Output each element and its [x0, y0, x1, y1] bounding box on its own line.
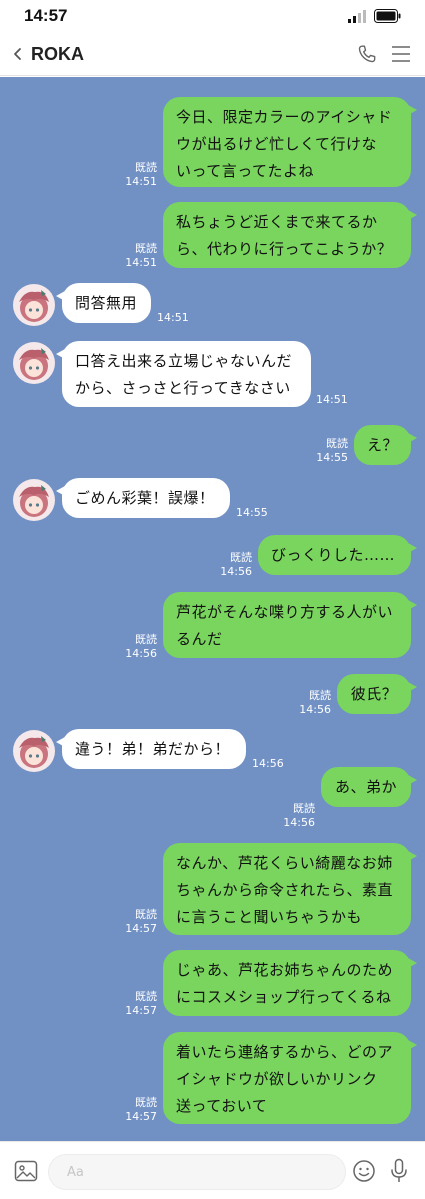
avatar-image — [13, 479, 55, 521]
read-receipt: 既読 — [135, 161, 157, 174]
message-time: 14:55 — [236, 506, 268, 519]
avatar-image — [13, 284, 55, 326]
emoji-icon[interactable] — [352, 1159, 376, 1183]
message-bubble-outgoing[interactable]: え？ — [354, 425, 417, 465]
message-time: 14:57 — [125, 1004, 157, 1017]
read-receipt: 既読 — [326, 437, 348, 450]
message-meta: 既読 14:55 — [303, 437, 348, 465]
message-time: 14:57 — [125, 922, 157, 935]
message-bubble-outgoing[interactable]: 今日、限定カラーのアイシャド ウが出るけど忙しくて行けな いって言ってたよね — [163, 97, 417, 187]
avatar-image — [13, 342, 55, 384]
message-bubble-incoming[interactable]: ごめん彩葉！誤爆！ — [56, 478, 230, 518]
message-meta: 既読 14:57 — [112, 1096, 157, 1124]
status-time: 14:57 — [24, 6, 68, 25]
chat-header: ROKA — [0, 34, 425, 76]
battery-icon — [374, 9, 401, 23]
message-bubble-outgoing[interactable]: 着いたら連絡するから、どのア イシャドウが欲しいかリンク 送っておいて — [163, 1032, 417, 1124]
message-bubble-outgoing[interactable]: 私ちょうど近くまで来てるか ら、代わりに行ってこようか？ — [163, 202, 417, 268]
chat-title: ROKA — [31, 44, 84, 64]
message-meta: 既読 14:51 — [112, 242, 157, 270]
message-bubble-outgoing[interactable]: じゃあ、芦花お姉ちゃんのため にコスメショップ行ってくるね — [163, 950, 417, 1016]
message-time: 14:51 — [125, 256, 157, 269]
message-meta: 既読 14:56 — [207, 551, 252, 579]
mic-icon[interactable] — [389, 1158, 409, 1184]
avatar[interactable] — [13, 342, 55, 384]
message-meta: 既読 14:56 — [270, 802, 315, 830]
menu-icon[interactable] — [390, 45, 412, 63]
message-input-bar — [0, 1141, 425, 1199]
message-meta: 既読 14:57 — [112, 908, 157, 936]
message-time: 14:56 — [125, 647, 157, 660]
avatar[interactable] — [13, 284, 55, 326]
message-meta: 既読 14:51 — [112, 161, 157, 189]
message-time: 14:57 — [125, 1110, 157, 1123]
avatar[interactable] — [13, 730, 55, 772]
read-receipt: 既読 — [135, 908, 157, 921]
message-bubble-outgoing[interactable]: びっくりした…… — [258, 535, 417, 575]
message-time: 14:51 — [125, 175, 157, 188]
message-bubble-incoming[interactable]: 違う！弟！弟だから！ — [56, 729, 246, 769]
read-receipt: 既読 — [135, 242, 157, 255]
message-input[interactable] — [48, 1154, 346, 1190]
read-receipt: 既読 — [293, 802, 315, 815]
read-receipt: 既読 — [309, 689, 331, 702]
message-time: 14:56 — [252, 757, 284, 770]
message-bubble-outgoing[interactable]: 彼氏？ — [337, 674, 417, 714]
message-bubble-outgoing[interactable]: あ、弟か — [321, 767, 417, 807]
message-bubble-incoming[interactable]: 問答無用 — [56, 283, 151, 323]
phone-icon[interactable] — [356, 43, 378, 65]
chevron-left-icon[interactable] — [10, 44, 26, 64]
read-receipt: 既読 — [135, 1096, 157, 1109]
message-meta: 既読 14:56 — [286, 689, 331, 717]
message-bubble-incoming[interactable]: 口答え出来る立場じゃないんだ から、さっさと行ってきなさい — [56, 341, 311, 407]
message-time: 14:55 — [316, 451, 348, 464]
message-meta: 既読 14:57 — [112, 990, 157, 1018]
message-time: 14:56 — [283, 816, 315, 829]
status-bar: 14:57 — [0, 0, 425, 34]
message-time: 14:56 — [220, 565, 252, 578]
message-meta: 既読 14:56 — [112, 633, 157, 661]
avatar-image — [13, 730, 55, 772]
signal-icon — [348, 10, 366, 23]
message-time: 14:51 — [157, 311, 189, 324]
read-receipt: 既読 — [135, 633, 157, 646]
chat-area[interactable]: 今日、限定カラーのアイシャド ウが出るけど忙しくて行けな いって言ってたよね 既… — [0, 77, 425, 1141]
message-time: 14:56 — [299, 703, 331, 716]
message-time: 14:51 — [316, 393, 348, 406]
image-icon[interactable] — [14, 1160, 38, 1182]
message-bubble-outgoing[interactable]: 芦花がそんな喋り方する人がい るんだ — [163, 592, 417, 658]
message-bubble-outgoing[interactable]: なんか、芦花くらい綺麗なお姉 ちゃんから命令されたら、素直 に言うこと聞いちゃう… — [163, 843, 417, 935]
read-receipt: 既読 — [135, 990, 157, 1003]
avatar[interactable] — [13, 479, 55, 521]
read-receipt: 既読 — [230, 551, 252, 564]
